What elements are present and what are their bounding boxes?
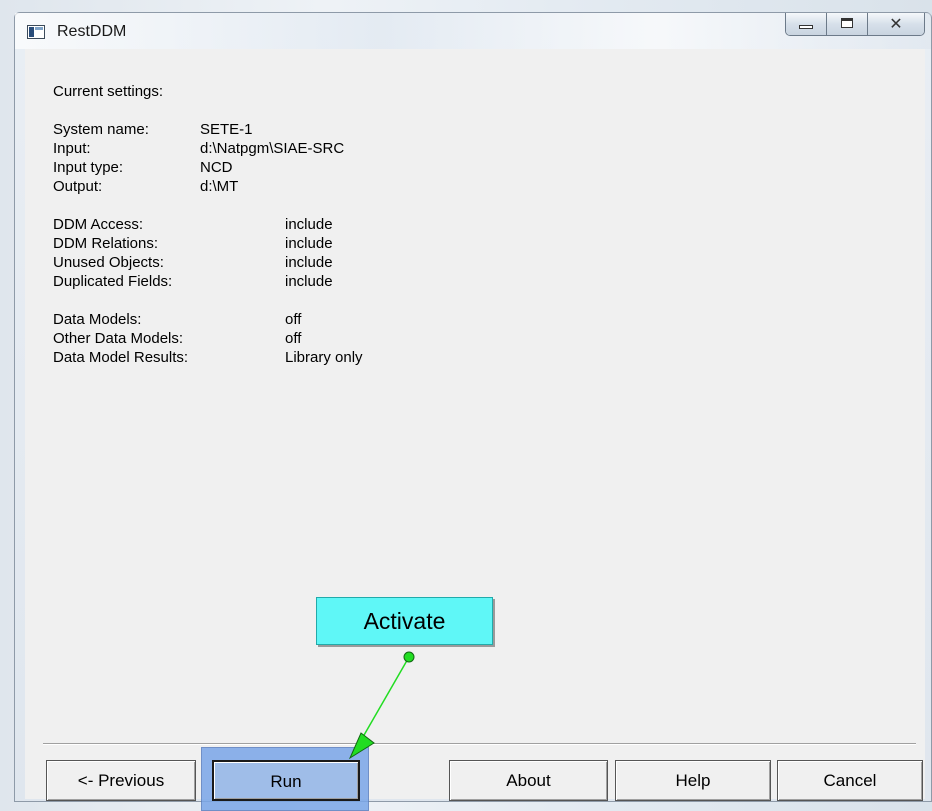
- minimize-icon: [799, 25, 813, 29]
- setting-label: Output:: [53, 178, 103, 195]
- about-button[interactable]: About: [449, 760, 608, 801]
- setting-value: include: [285, 216, 333, 233]
- minimize-button[interactable]: [786, 13, 827, 35]
- window-title: RestDDM: [57, 23, 127, 40]
- setting-label: Data Models:: [53, 311, 142, 328]
- settings-heading: Current settings:: [53, 83, 164, 100]
- setting-value: include: [285, 254, 333, 271]
- setting-label: Input type:: [53, 159, 124, 176]
- setting-value: off: [285, 330, 302, 347]
- setting-value: NCD: [200, 159, 233, 176]
- previous-button[interactable]: <- Previous: [46, 760, 196, 801]
- setting-value: SETE-1: [200, 121, 253, 138]
- setting-label: Unused Objects:: [53, 254, 164, 271]
- close-button[interactable]: ✕: [868, 13, 924, 35]
- caption-buttons: ✕: [785, 13, 925, 36]
- restddm-window: RestDDM ✕ Current settings: System name:…: [14, 12, 932, 811]
- setting-value: off: [285, 311, 302, 328]
- setting-value: include: [285, 235, 333, 252]
- setting-label: Input:: [53, 140, 91, 157]
- maximize-icon: [841, 18, 853, 28]
- setting-value: d:\MT: [200, 178, 239, 195]
- wizard-page: Current settings: System name: SETE-1 In…: [25, 49, 925, 811]
- app-icon: [27, 25, 45, 39]
- setting-label: Duplicated Fields:: [53, 273, 173, 290]
- help-button[interactable]: Help: [615, 760, 771, 801]
- setting-value: d:\Natpgm\SIAE-SRC: [200, 140, 345, 157]
- run-button[interactable]: Run: [212, 760, 360, 801]
- setting-label: System name:: [53, 121, 149, 138]
- setting-label: Data Model Results:: [53, 349, 189, 366]
- setting-label: DDM Relations:: [53, 235, 159, 252]
- cancel-button[interactable]: Cancel: [777, 760, 923, 801]
- setting-value: Library only: [285, 349, 363, 366]
- button-separator: [43, 743, 916, 745]
- setting-value: include: [285, 273, 333, 290]
- activate-callout: Activate: [316, 597, 493, 645]
- close-icon: ✕: [889, 14, 903, 33]
- setting-label: DDM Access:: [53, 216, 144, 233]
- title-bar[interactable]: RestDDM ✕: [15, 13, 931, 49]
- setting-label: Other Data Models:: [53, 330, 184, 347]
- maximize-button[interactable]: [827, 13, 868, 35]
